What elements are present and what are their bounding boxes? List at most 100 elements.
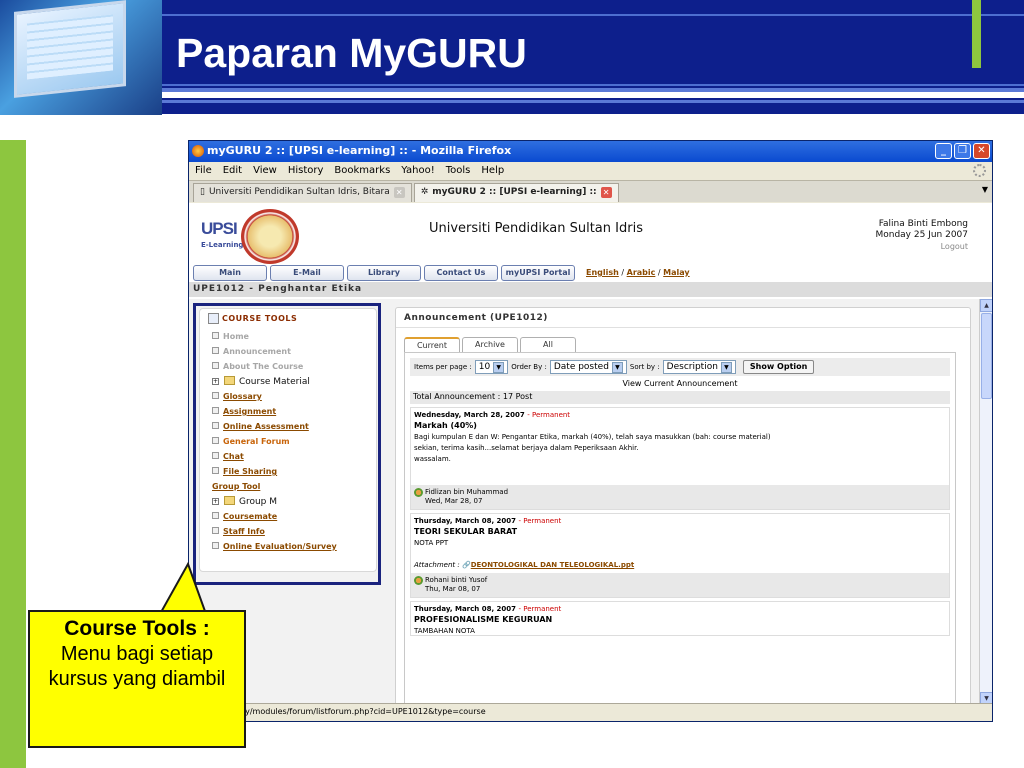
post-posted-date: Thu, Mar 08, 07 bbox=[425, 585, 481, 593]
firefox-icon bbox=[192, 145, 204, 157]
window-titlebar: myGURU 2 :: [UPSI e-learning] :: - Mozil… bbox=[189, 141, 992, 162]
post-text: NOTA PPT bbox=[414, 539, 449, 547]
upsi-logo: UPSI E-Learning bbox=[197, 209, 299, 264]
lang-separator: / bbox=[621, 268, 625, 277]
window-title: myGURU 2 :: [UPSI e-learning] :: - Mozil… bbox=[207, 144, 512, 157]
status-bar: 2.upsi.edu.my/modules/forum/listforum.ph… bbox=[189, 703, 992, 721]
menu-bookmarks[interactable]: Bookmarks bbox=[334, 165, 390, 177]
post-title: PROFESIONALISME KEGURUAN bbox=[414, 615, 553, 624]
site-nav: Main E-Mail Library Contact Us myUPSI Po… bbox=[189, 263, 992, 282]
post-posted-date: Wed, Mar 28, 07 bbox=[425, 497, 483, 505]
chevron-down-icon: ▼ bbox=[720, 361, 732, 373]
nav-main-button[interactable]: Main bbox=[193, 264, 267, 281]
post-title: TEORI SEKULAR BARAT bbox=[414, 527, 518, 536]
post-author: Rohani binti Yusof Thu, Mar 08, 07 bbox=[411, 573, 949, 597]
callout-body: Menu bagi setiap kursus yang diambil bbox=[48, 643, 226, 690]
lang-arabic-link[interactable]: Arabic bbox=[627, 268, 656, 277]
tab-close-icon[interactable]: ✕ bbox=[600, 187, 612, 198]
left-accent-bar bbox=[0, 140, 26, 768]
title-band-line bbox=[162, 14, 1024, 16]
monitor-screen bbox=[27, 14, 113, 80]
author-name: Fidlizan bin Muhammad bbox=[425, 488, 509, 496]
slide-header: Paparan MyGURU bbox=[0, 0, 1024, 115]
gear-icon: ✲ bbox=[420, 187, 429, 197]
course-title-bar: UPE1012 - Penghantar Etika bbox=[189, 282, 992, 297]
menu-edit[interactable]: Edit bbox=[223, 165, 242, 177]
slide-title: Paparan MyGURU bbox=[176, 30, 527, 76]
permanent-label: - Permanent bbox=[527, 411, 571, 419]
announcement-list: Wednesday, March 28, 2007 - Permanent Mar… bbox=[410, 407, 950, 636]
announcement-panel: Announcement (UPE1012) Current Archive A… bbox=[395, 307, 971, 708]
user-info: Falina Binti Embong Monday 25 Jun 2007 L… bbox=[875, 219, 968, 252]
post-date-text: Wednesday, March 28, 2007 bbox=[414, 411, 525, 419]
browser-tab[interactable]: ▯ Universiti Pendidikan Sultan Idris, Bi… bbox=[193, 183, 412, 202]
tab-current[interactable]: Current bbox=[404, 337, 460, 352]
header-strip-highlight bbox=[162, 100, 1024, 103]
menu-history[interactable]: History bbox=[288, 165, 324, 177]
page-icon: ▯ bbox=[200, 187, 205, 197]
post-attachment: Attachment : 🔗DEONTOLOGIKAL DAN TELEOLOG… bbox=[414, 561, 635, 569]
menu-help[interactable]: Help bbox=[481, 165, 504, 177]
order-by-select[interactable]: Date posted ▼ bbox=[549, 360, 627, 374]
logo-text: UPSI bbox=[201, 219, 238, 238]
maximize-button[interactable]: ❐ bbox=[954, 143, 971, 159]
items-per-page-select[interactable]: 10 ▼ bbox=[474, 360, 509, 374]
post-text: TAMBAHAN NOTA bbox=[414, 627, 475, 635]
menu-file[interactable]: File bbox=[195, 165, 212, 177]
tab-list-chevron-icon[interactable]: ▼ bbox=[982, 185, 988, 194]
logo-subtext: E-Learning bbox=[201, 241, 244, 249]
announcement-post: Thursday, March 08, 2007 - Permanent TEOR… bbox=[410, 513, 950, 598]
post-date: Thursday, March 08, 2007 - Permanent bbox=[414, 605, 946, 613]
close-button[interactable]: ✕ bbox=[973, 143, 990, 159]
post-date: Wednesday, March 28, 2007 - Permanent bbox=[414, 411, 946, 419]
page-content: COURSE TOOLS Home Announcement About The C… bbox=[189, 299, 992, 708]
callout-title: Course Tools : bbox=[64, 617, 210, 640]
lang-malay-link[interactable]: Malay bbox=[663, 268, 689, 277]
menu-view[interactable]: View bbox=[253, 165, 277, 177]
scroll-thumb[interactable] bbox=[981, 313, 992, 399]
site-header: UPSI E-Learning Universiti Pendidikan Su… bbox=[189, 203, 992, 264]
monitor-icon bbox=[14, 0, 126, 98]
show-option-button[interactable]: Show Option bbox=[742, 360, 815, 374]
permanent-label: - Permanent bbox=[518, 517, 562, 525]
nav-library-button[interactable]: Library bbox=[347, 264, 421, 281]
total-announcement: Total Announcement : 17 Post bbox=[410, 391, 950, 404]
nav-email-button[interactable]: E-Mail bbox=[270, 264, 344, 281]
page-scrollbar[interactable]: ▲ ▼ bbox=[979, 299, 992, 705]
browser-window: myGURU 2 :: [UPSI e-learning] :: - Mozil… bbox=[188, 140, 993, 722]
attachment-label: Attachment : bbox=[414, 561, 460, 569]
scroll-up-icon[interactable]: ▲ bbox=[980, 299, 992, 312]
announcement-body: Items per page : 10 ▼ Order By : Date pos… bbox=[404, 352, 956, 708]
lang-english-link[interactable]: English bbox=[586, 268, 619, 277]
sort-by-select[interactable]: Description ▼ bbox=[662, 360, 736, 374]
chevron-down-icon: ▼ bbox=[611, 361, 623, 373]
tab-close-icon[interactable]: ✕ bbox=[393, 187, 405, 198]
tab-all[interactable]: All bbox=[520, 337, 576, 352]
post-text: wassalam. bbox=[414, 455, 451, 463]
tab-archive[interactable]: Archive bbox=[462, 337, 518, 352]
user-date: Monday 25 Jun 2007 bbox=[875, 230, 968, 240]
course-tools-highlight bbox=[193, 303, 381, 585]
sort-by-label: Sort by : bbox=[629, 363, 660, 371]
menu-tools[interactable]: Tools bbox=[446, 165, 471, 177]
items-per-page-label: Items per page : bbox=[414, 363, 472, 371]
nav-portal-button[interactable]: myUPSI Portal bbox=[501, 264, 575, 281]
university-name: Universiti Pendidikan Sultan Idris bbox=[429, 221, 643, 236]
attachment-link[interactable]: DEONTOLOGIKAL DAN TELEOLOGIKAL.ppt bbox=[471, 561, 635, 569]
tab-label: myGURU 2 :: [UPSI e-learning] :: bbox=[432, 187, 597, 197]
throbber-icon bbox=[973, 164, 986, 177]
callout-pointer bbox=[160, 562, 208, 614]
announcement-post: Wednesday, March 28, 2007 - Permanent Mar… bbox=[410, 407, 950, 510]
post-text: sekian, terima kasih...selamat berjaya d… bbox=[414, 444, 639, 452]
list-controls: Items per page : 10 ▼ Order By : Date pos… bbox=[410, 358, 950, 376]
announcement-post: Thursday, March 08, 2007 - Permanent PROF… bbox=[410, 601, 950, 636]
logout-link[interactable]: Logout bbox=[875, 241, 968, 252]
language-links: English / Arabic / Malay bbox=[586, 268, 690, 277]
menu-yahoo[interactable]: Yahoo! bbox=[401, 165, 434, 177]
minimize-button[interactable]: _ bbox=[935, 143, 952, 159]
items-per-page-value: 10 bbox=[478, 362, 491, 372]
browser-tab-active[interactable]: ✲ myGURU 2 :: [UPSI e-learning] :: ✕ bbox=[413, 183, 619, 202]
post-text: Bagi kumpulan E dan W: Pengantar Etika, … bbox=[414, 433, 771, 441]
nav-contact-button[interactable]: Contact Us bbox=[424, 264, 498, 281]
order-by-value: Date posted bbox=[553, 362, 609, 372]
